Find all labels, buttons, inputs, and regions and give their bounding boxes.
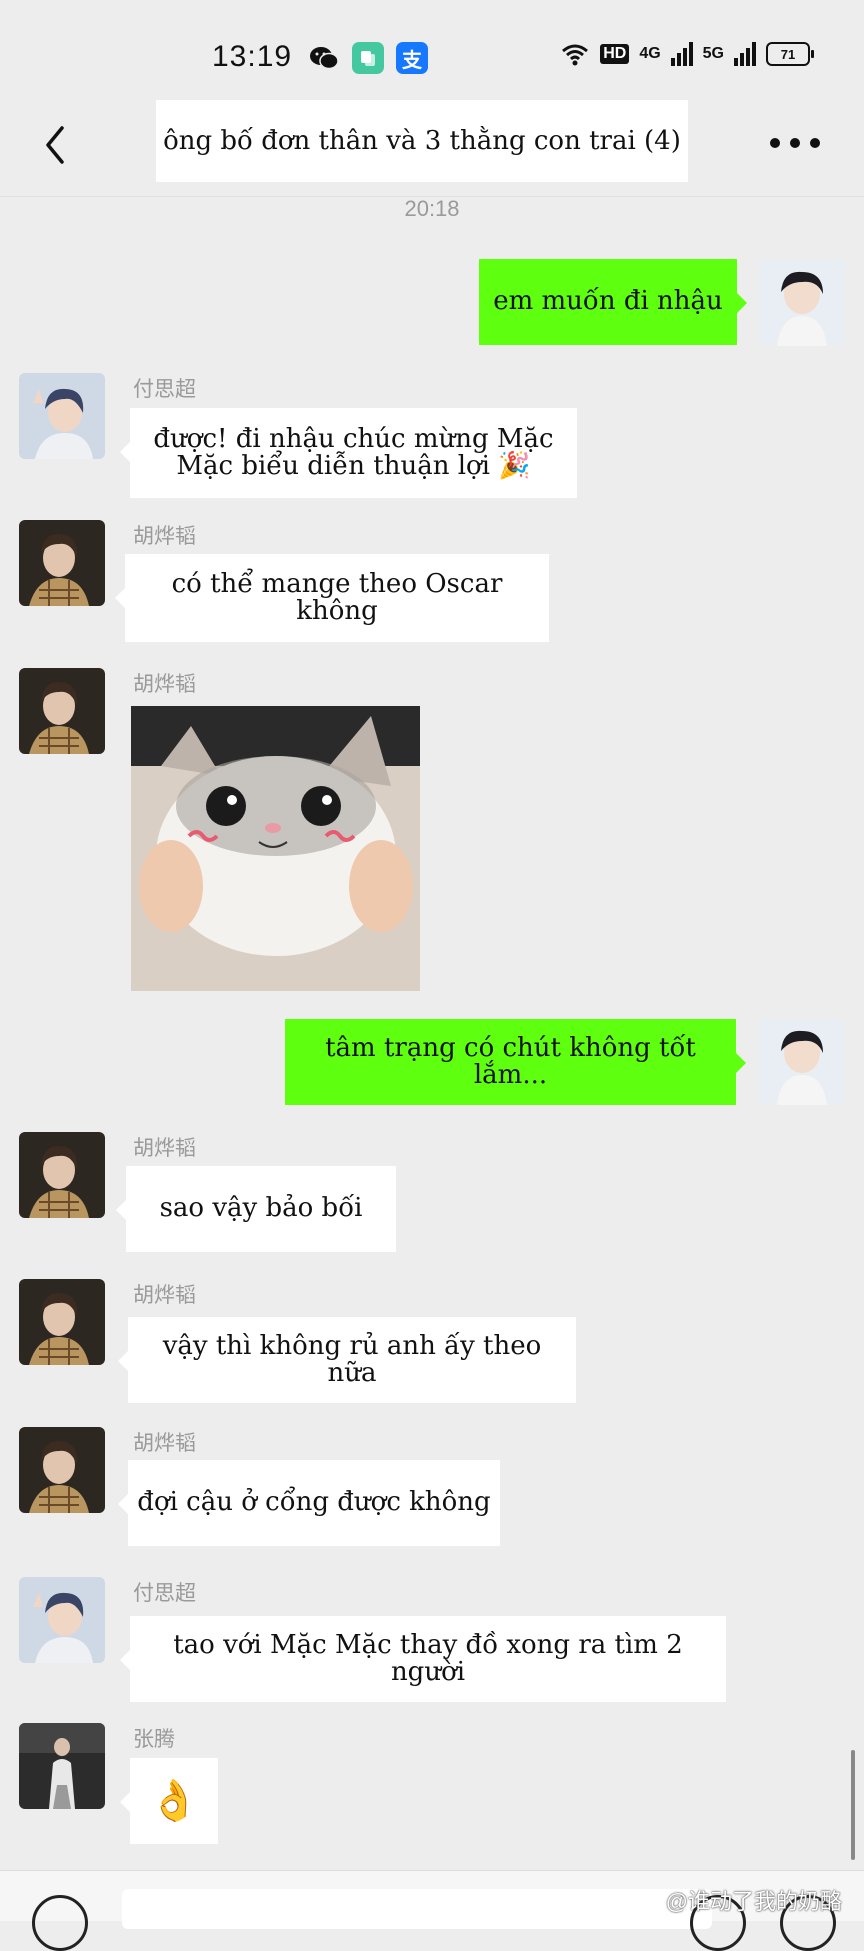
- message-bubble-incoming[interactable]: có thể mange theo Oscar không: [115, 554, 549, 642]
- avatar-fu-sichao[interactable]: [19, 1577, 105, 1663]
- alipay-icon: 支: [396, 42, 428, 74]
- back-icon[interactable]: [36, 120, 76, 170]
- message-bubble-outgoing[interactable]: em muốn đi nhậu: [479, 259, 747, 345]
- avatar-hu-yetao[interactable]: [19, 520, 105, 606]
- message-bubble-incoming[interactable]: tao với Mặc Mặc thay đồ xong ra tìm 2 ng…: [120, 1616, 726, 1702]
- avatar-hu-yetao[interactable]: [19, 1427, 105, 1513]
- my-avatar[interactable]: [759, 260, 845, 346]
- scrollbar[interactable]: [851, 1750, 855, 1860]
- cat-sticker[interactable]: [131, 706, 420, 991]
- watermark-text: @谁动了我的奶酪: [665, 1889, 842, 1914]
- network-4g: 4G: [639, 45, 661, 62]
- avatar-hu-yetao[interactable]: [19, 1279, 105, 1365]
- notes-icon: [352, 42, 384, 74]
- more-options-icon[interactable]: [770, 138, 820, 152]
- message-bubble-outgoing[interactable]: tâm trạng có chút không tốt lắm...: [285, 1019, 746, 1105]
- message-bubble-incoming[interactable]: 👌: [120, 1758, 218, 1844]
- status-bar: 13:19 支 HD 4G 5G 71: [0, 0, 864, 100]
- signal-4g-icon: [670, 42, 693, 66]
- weibo-watermark: @谁动了我的奶酪: [632, 1884, 842, 1916]
- status-time: 13:19: [212, 40, 293, 73]
- voice-button[interactable]: [32, 1895, 88, 1951]
- message-bubble-incoming[interactable]: đợi cậu ở cổng được không: [118, 1460, 500, 1546]
- avatar-fu-sichao[interactable]: [19, 373, 105, 459]
- my-avatar[interactable]: [759, 1019, 845, 1105]
- avatar-zhang-teng[interactable]: [19, 1723, 105, 1809]
- time-divider: 20:18: [404, 196, 460, 221]
- avatar-hu-yetao[interactable]: [19, 1132, 105, 1218]
- sender-name: 付思超: [133, 1582, 196, 1605]
- message-bubble-incoming[interactable]: được! đi nhậu chúc mừng Mặc Mặc biểu diễ…: [120, 408, 577, 498]
- sender-name: 胡烨韬: [133, 1137, 196, 1160]
- signal-5g-icon: [734, 42, 756, 66]
- sender-name: 付思超: [133, 378, 196, 401]
- sender-name: 胡烨韬: [133, 525, 196, 548]
- battery-indicator: 71: [766, 42, 814, 66]
- message-input[interactable]: [122, 1889, 712, 1929]
- chat-header: ông bố đơn thân và 3 thằng con trai (4): [0, 100, 864, 197]
- message-bubble-incoming[interactable]: vậy thì không rủ anh ấy theo nữa: [118, 1317, 576, 1403]
- sender-name: 张腾: [133, 1728, 175, 1751]
- wifi-icon: [562, 44, 589, 66]
- sender-name: 胡烨韬: [133, 1432, 196, 1455]
- sender-name: 胡烨韬: [133, 673, 196, 696]
- avatar-hu-yetao[interactable]: [19, 668, 105, 754]
- chat-title[interactable]: ông bố đơn thân và 3 thằng con trai (4): [156, 100, 688, 182]
- wechat-icon: [308, 42, 340, 74]
- weibo-icon: [632, 1893, 659, 1913]
- status-app-icons: 支: [308, 42, 428, 74]
- status-indicators: HD 4G 5G 71: [560, 42, 814, 66]
- sender-name: 胡烨韬: [133, 1284, 196, 1307]
- network-5g: 5G: [702, 45, 724, 62]
- hd-badge: HD: [600, 44, 630, 64]
- message-bubble-incoming[interactable]: sao vậy bảo bối: [116, 1166, 396, 1252]
